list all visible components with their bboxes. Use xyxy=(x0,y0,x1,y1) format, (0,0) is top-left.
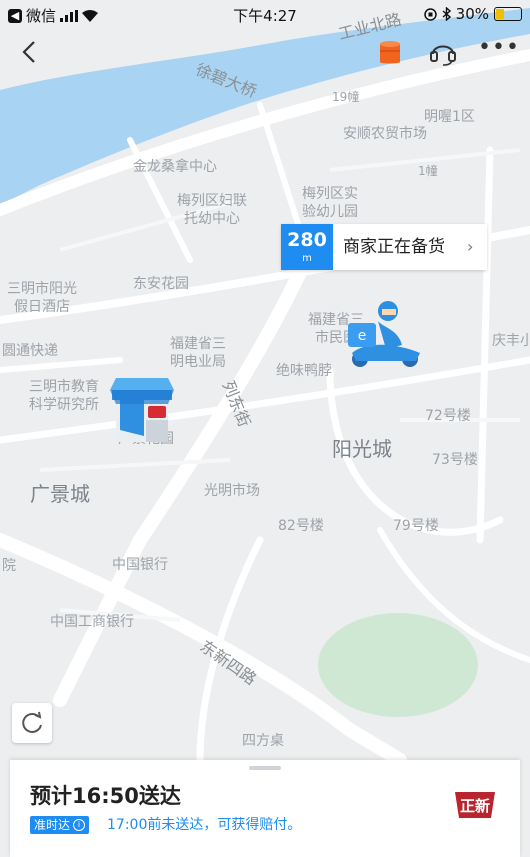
orientation-lock-icon xyxy=(423,7,437,21)
order-status-text: 商家正在备货 xyxy=(343,237,445,257)
map-label-qingfeng: 庆丰小 xyxy=(492,333,530,349)
headset-icon xyxy=(430,45,456,66)
map-label-guangjing-city: 广景城 xyxy=(30,482,90,506)
chevron-left-icon xyxy=(22,41,35,63)
status-bar: ◀ 微信 下午4:27 30% xyxy=(0,0,530,28)
map-label-meilie-experimental: 梅列区实 验幼儿园 xyxy=(302,186,358,220)
refresh-location-button[interactable] xyxy=(12,703,52,743)
map-label-shop-19: 19幢 xyxy=(332,90,360,104)
map-label-fujian-sanming-electric: 福建省三 明电业局 xyxy=(170,336,226,370)
drag-handle[interactable] xyxy=(249,766,281,770)
merchant-logo-text: 正新 xyxy=(460,797,490,815)
back-button[interactable] xyxy=(16,38,42,66)
red-packet-button[interactable] xyxy=(378,38,402,66)
courier-marker-icon[interactable]: e xyxy=(346,297,426,369)
info-icon: i xyxy=(73,819,86,831)
cup-icon xyxy=(380,41,400,64)
map-label-juewei: 绝味鸭脖 xyxy=(276,363,332,379)
map-label-mingqu-1: 明喔1区 xyxy=(424,109,475,125)
map-label-building-73: 73号楼 xyxy=(432,452,478,468)
map-label-yuan: 院 xyxy=(2,558,16,574)
map-label-building-82: 82号楼 xyxy=(278,518,324,534)
merchant-logo: 正新 xyxy=(451,788,499,822)
ontime-badge[interactable]: 准时达 i xyxy=(30,816,90,834)
distance-unit: m xyxy=(302,253,312,264)
map-label-dongan-garden: 东安花园 xyxy=(133,276,189,292)
customer-service-button[interactable] xyxy=(428,38,458,66)
map-label-sunshine-city: 阳光城 xyxy=(332,437,392,461)
map-label-meilie-kindergarten: 梅列区妇联 托幼中心 xyxy=(177,193,247,227)
store-marker-icon[interactable] xyxy=(106,374,178,446)
distance-value: 280 xyxy=(287,229,327,251)
map-label-jinlong-sauna: 金龙桑拿中心 xyxy=(133,159,217,175)
map-label-building-72: 72号楼 xyxy=(425,408,471,424)
map-label-yuantong: 圆通快递 xyxy=(2,343,58,359)
more-menu-button[interactable]: ••• xyxy=(478,37,519,64)
distance-box: 280 m xyxy=(281,224,333,270)
road-west xyxy=(0,357,123,373)
distance-status-card[interactable]: 280 m 商家正在备货 › xyxy=(281,224,487,270)
more-dots-icon: ••• xyxy=(478,35,520,60)
eta-text: 预计16:50送达 xyxy=(30,784,181,808)
delivery-map[interactable]: 工业北路 徐碧大桥 19幢 明喔1区 安顺农贸市场 金龙桑拿中心 1幢 梅列区妇… xyxy=(0,0,530,857)
map-label-anshun-market: 安顺农贸市场 xyxy=(343,126,427,142)
map-label-sifang: 四方桌 xyxy=(242,733,284,749)
park-area xyxy=(318,613,478,717)
battery-percent: 30% xyxy=(455,5,489,23)
battery-icon xyxy=(494,7,522,21)
bluetooth-icon xyxy=(442,7,451,21)
merchant-logo-shape: 正新 xyxy=(455,792,495,818)
map-canvas xyxy=(0,8,530,767)
road-v1 xyxy=(476,146,494,544)
chevron-right-icon: › xyxy=(467,237,474,256)
svg-text:e: e xyxy=(358,328,367,344)
map-label-shop-1: 1幢 xyxy=(418,164,438,178)
map-label-guangming-market: 光明市场 xyxy=(204,483,260,499)
refresh-icon xyxy=(22,711,42,733)
ontime-badge-label: 准时达 xyxy=(34,818,71,832)
ontime-guarantee-text: 17:00前未送达，可获得赔付。 xyxy=(107,817,302,833)
delivery-info-card[interactable]: 预计16:50送达 准时达 i 17:00前未送达，可获得赔付。 正新 xyxy=(10,760,520,857)
map-label-bank-of-china: 中国银行 xyxy=(112,557,168,573)
map-label-sanming-sunshine: 三明市阳光 假日酒店 xyxy=(7,281,77,315)
map-label-building-79: 79号楼 xyxy=(393,518,439,534)
map-label-icbc: 中国工商银行 xyxy=(50,614,134,630)
